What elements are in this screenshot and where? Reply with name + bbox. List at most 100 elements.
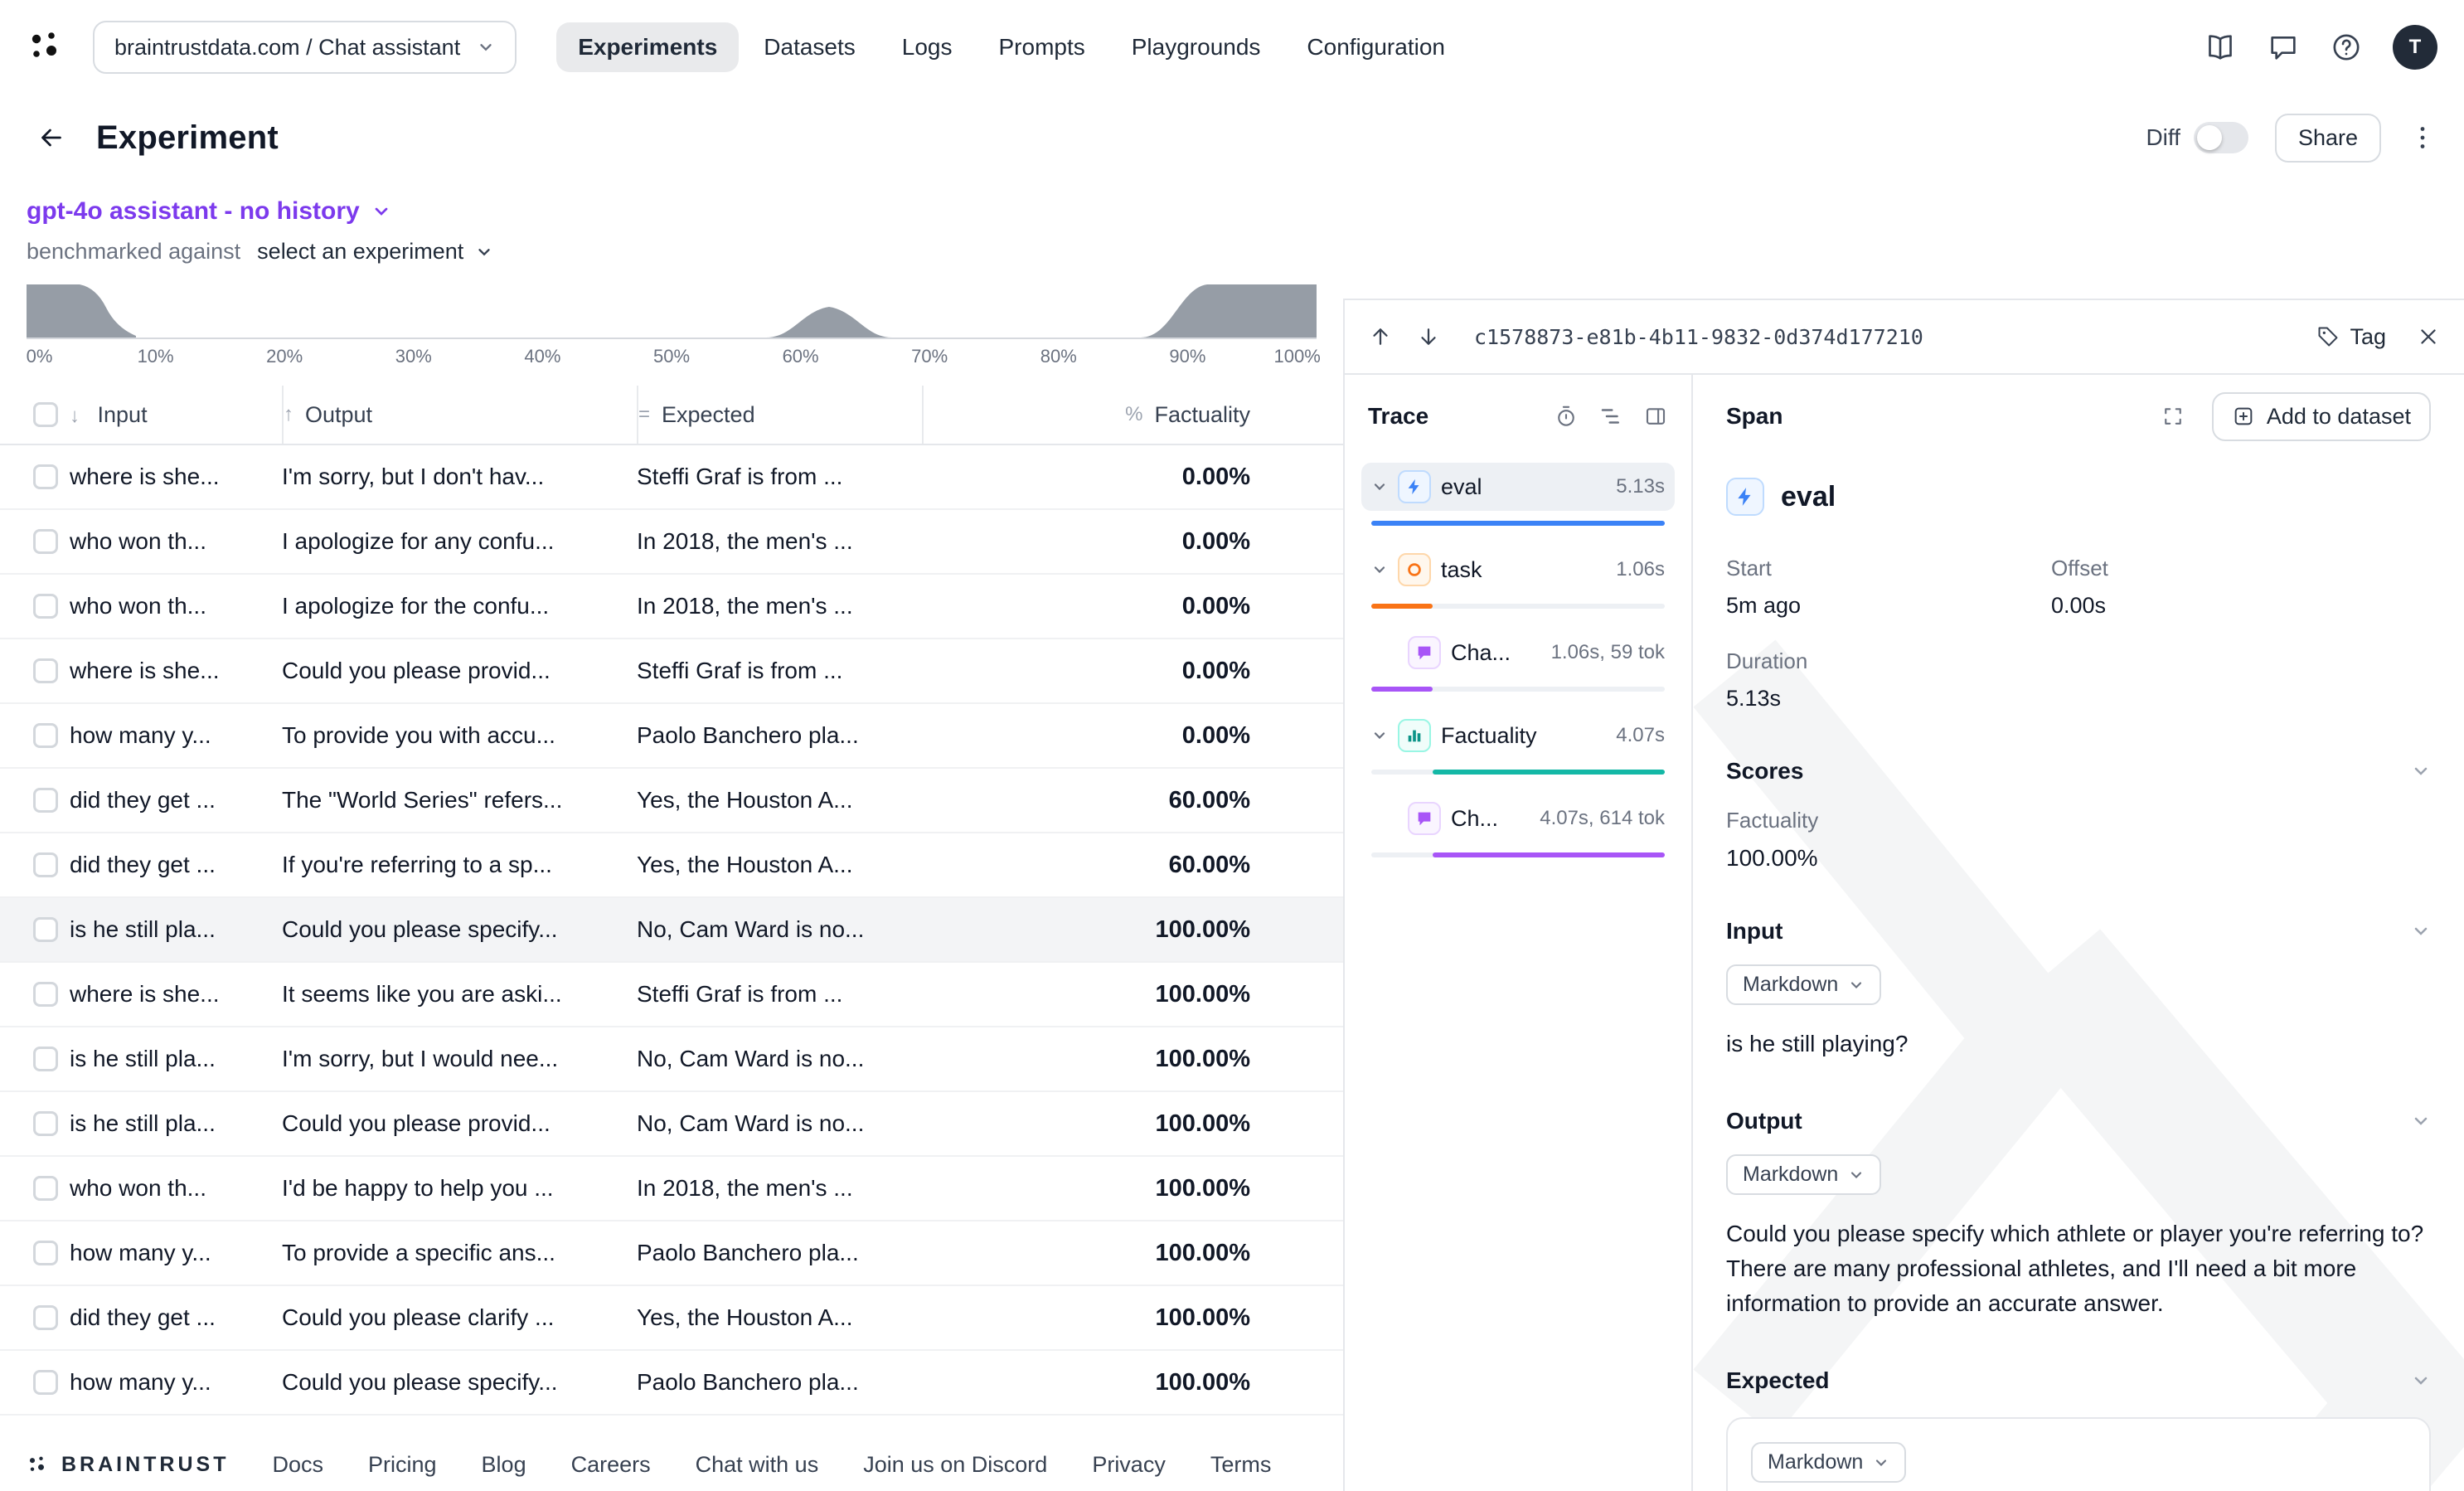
org-project-switcher[interactable]: braintrustdata.com / Chat assistant (93, 21, 517, 74)
footer-link[interactable]: Terms (1210, 1452, 1272, 1478)
back-button[interactable] (27, 113, 76, 163)
trace-row-duration: 1.06s (1616, 558, 1665, 581)
cell-factuality: 100.00% (922, 1240, 1343, 1267)
chevron-down-icon[interactable] (2411, 921, 2431, 941)
row-checkbox[interactable] (33, 1241, 58, 1265)
table-row[interactable]: did they get ... Could you please clarif… (0, 1286, 1343, 1351)
layout-panel-icon[interactable] (1643, 404, 1668, 429)
experiment-switcher[interactable]: gpt-4o assistant - no history (27, 197, 1317, 226)
waterfall-icon[interactable] (1598, 404, 1623, 429)
table-row[interactable]: did they get ... The "World Series" refe… (0, 769, 1343, 833)
output-format-select[interactable]: Markdown (1726, 1154, 1881, 1195)
chevron-down-icon[interactable] (2411, 1111, 2431, 1131)
footer-link[interactable]: Pricing (368, 1452, 437, 1478)
next-row-button[interactable] (1416, 324, 1441, 349)
expand-icon[interactable] (2161, 404, 2185, 429)
table-row[interactable]: is he still pla... I'm sorry, but I woul… (0, 1027, 1343, 1092)
cell-input: how many y... (70, 722, 282, 749)
footer-link[interactable]: Docs (273, 1452, 324, 1478)
table-row[interactable]: where is she... It seems like you are as… (0, 963, 1343, 1027)
table-row[interactable]: how many y... To provide you with accu..… (0, 704, 1343, 769)
user-avatar[interactable]: T (2393, 25, 2437, 70)
span-name: eval (1781, 481, 1836, 513)
cell-expected: Yes, the Houston A... (637, 787, 922, 813)
row-checkbox[interactable] (33, 917, 58, 942)
cell-input: where is she... (70, 464, 282, 490)
row-checkbox[interactable] (33, 594, 58, 619)
table-row[interactable]: who won th... I'd be happy to help you .… (0, 1157, 1343, 1221)
footer-link[interactable]: Blog (482, 1452, 526, 1478)
nav-tab[interactable]: Prompts (977, 22, 1107, 72)
cell-output: Could you please specify... (282, 1369, 637, 1396)
input-format-select[interactable]: Markdown (1726, 964, 1881, 1005)
row-checkbox[interactable] (33, 1305, 58, 1330)
prev-row-button[interactable] (1368, 324, 1393, 349)
footer-link[interactable]: Join us on Discord (863, 1452, 1047, 1478)
trace-row-chat-completion[interactable]: Ch... 4.07s, 614 tok (1358, 789, 1678, 872)
feedback-icon[interactable] (2267, 31, 2300, 64)
benchmark-select[interactable]: select an experiment (257, 239, 463, 265)
nav-tab[interactable]: Datasets (742, 22, 877, 72)
table-row[interactable]: how many y... To provide a specific ans.… (0, 1221, 1343, 1286)
axis-tick-label: 20% (266, 346, 303, 367)
row-checkbox[interactable] (33, 788, 58, 813)
column-header-factuality[interactable]: Factuality (1154, 402, 1250, 428)
cell-factuality: 60.00% (922, 852, 1343, 879)
row-checkbox[interactable] (33, 852, 58, 877)
row-checkbox[interactable] (33, 1176, 58, 1201)
docs-icon[interactable] (2204, 31, 2237, 64)
trace-row-chat-completion[interactable]: Cha... 1.06s, 59 tok (1358, 624, 1678, 707)
chevron-down-icon[interactable] (2411, 1371, 2431, 1391)
histogram[interactable] (27, 284, 1317, 339)
score-icon (1398, 719, 1431, 752)
table-row[interactable]: where is she... Could you please provid.… (0, 639, 1343, 704)
cell-factuality: 100.00% (922, 916, 1343, 944)
table-row[interactable]: where is she... I'm sorry, but I don't h… (0, 445, 1343, 510)
row-checkbox[interactable] (33, 658, 58, 683)
row-checkbox[interactable] (33, 529, 58, 554)
chevron-down-icon[interactable] (2411, 761, 2431, 781)
row-checkbox[interactable] (33, 982, 58, 1007)
cell-expected: In 2018, the men's ... (637, 528, 922, 555)
trace-row-eval[interactable]: eval 5.13s (1358, 458, 1678, 541)
column-header-expected[interactable]: Expected (662, 402, 755, 428)
cell-input: is he still pla... (70, 1110, 282, 1137)
braintrust-logo[interactable] (27, 27, 66, 67)
close-panel-button[interactable] (2416, 324, 2441, 349)
footer-link[interactable]: Careers (571, 1452, 651, 1478)
share-button[interactable]: Share (2275, 114, 2381, 163)
select-all-checkbox[interactable] (33, 402, 58, 427)
row-checkbox[interactable] (33, 1047, 58, 1071)
expected-format-select[interactable]: Markdown (1751, 1442, 1906, 1483)
table-row[interactable]: how many y... Could you please specify..… (0, 1351, 1343, 1416)
table-row[interactable]: is he still pla... Could you please spec… (0, 898, 1343, 963)
footer-link[interactable]: Chat with us (696, 1452, 819, 1478)
row-checkbox[interactable] (33, 1370, 58, 1395)
trace-row-factuality[interactable]: Factuality 4.07s (1358, 707, 1678, 789)
nav-tab[interactable]: Logs (880, 22, 974, 72)
nav-tab[interactable]: Experiments (556, 22, 739, 72)
column-header-output[interactable]: Output (305, 402, 372, 428)
duration-block: Duration 5.13s (1726, 648, 2431, 712)
trace-row-task[interactable]: task 1.06s (1358, 541, 1678, 624)
row-checkbox[interactable] (33, 464, 58, 489)
footer-link[interactable]: Privacy (1092, 1452, 1166, 1478)
nav-tab[interactable]: Playgrounds (1110, 22, 1283, 72)
trace-tree: Trace (1345, 375, 1693, 1491)
row-checkbox[interactable] (33, 723, 58, 748)
add-to-dataset-button[interactable]: Add to dataset (2212, 392, 2431, 441)
row-checkbox[interactable] (33, 1111, 58, 1136)
table-row[interactable]: did they get ... If you're referring to … (0, 833, 1343, 898)
overflow-menu-button[interactable] (2408, 123, 2437, 153)
tag-button[interactable]: Tag (2316, 324, 2386, 350)
nav-tab[interactable]: Configuration (1285, 22, 1467, 72)
table-row[interactable]: is he still pla... Could you please prov… (0, 1092, 1343, 1157)
diff-toggle[interactable] (2194, 122, 2248, 153)
timer-icon[interactable] (1554, 404, 1579, 429)
help-icon[interactable] (2330, 31, 2363, 64)
trace-row-label: Factuality (1441, 723, 1537, 749)
table-row[interactable]: who won th... I apologize for any confu.… (0, 510, 1343, 575)
table-row[interactable]: who won th... I apologize for the confu.… (0, 575, 1343, 639)
duration-value: 5.13s (1726, 686, 2431, 712)
column-header-input[interactable]: Input (98, 402, 148, 427)
